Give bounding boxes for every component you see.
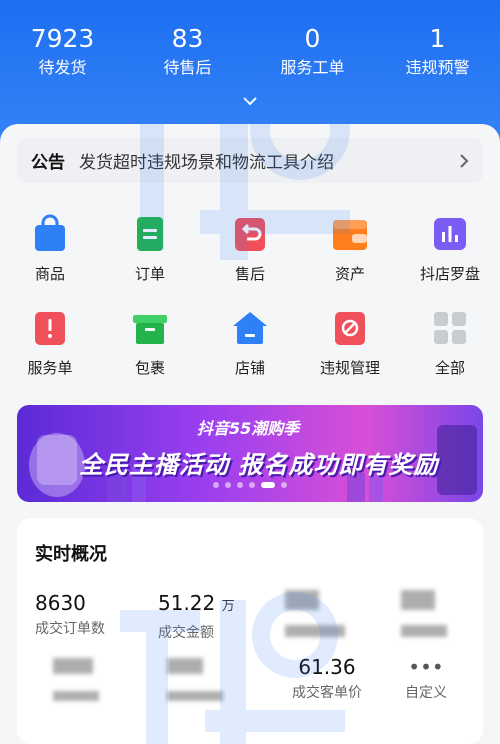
redacted-value — [285, 590, 405, 614]
stat-label: 待售后 — [163, 58, 212, 77]
grid-label: 资产 — [334, 265, 365, 283]
announcement-tag: 公告 — [31, 153, 65, 173]
grid-item-aftersale[interactable]: 售后 — [200, 210, 300, 304]
stat-pending-aftersale[interactable]: 83 待售后 — [125, 24, 250, 80]
metric-label: 成交金额 — [158, 625, 214, 641]
redacted-value — [53, 658, 173, 678]
grid-item-all[interactable]: 全部 — [400, 304, 500, 398]
grid-item-package[interactable]: 包裹 — [100, 304, 200, 398]
carousel-dot[interactable] — [225, 481, 231, 488]
function-grid: 商品 订单 售后 资产 抖店罗盘 服务单 包裹 店铺 违规管理 全部 — [0, 210, 500, 398]
realtime-overview-card: 实时概况 8630 成交订单数 51.22 万 成交金额 61.36 成交客单价… — [17, 518, 483, 744]
stat-value: 7923 — [30, 24, 95, 53]
stats-bar: 7923 待发货 83 待售后 0 服务工单 1 违规预警 — [0, 24, 500, 80]
stat-label: 违规预警 — [405, 58, 470, 77]
alert-icon — [35, 312, 65, 345]
metric-value: 8630 — [35, 591, 86, 615]
grid-label: 全部 — [434, 359, 465, 377]
grid-label: 店铺 — [234, 359, 265, 377]
overview-title: 实时概况 — [35, 544, 107, 565]
carousel-dot[interactable] — [213, 481, 219, 488]
metric-unit: 万 — [221, 599, 235, 614]
bag-icon — [35, 214, 65, 251]
chevron-down-icon[interactable] — [241, 94, 259, 108]
carousel-dot[interactable] — [249, 481, 255, 488]
box-icon — [133, 315, 167, 344]
order-icon — [137, 217, 163, 251]
metric-label: 自定义 — [405, 685, 447, 701]
grid-row: 服务单 包裹 店铺 违规管理 全部 — [0, 304, 500, 398]
grid-label: 包裹 — [134, 359, 165, 377]
grid-label: 抖店罗盘 — [419, 265, 480, 283]
grid-label: 服务单 — [27, 359, 73, 377]
banner-subtitle: 抖音55潮购季 — [197, 419, 300, 438]
metric-order-count[interactable]: 8630 成交订单数 — [35, 590, 155, 638]
redacted-label — [401, 622, 500, 641]
grid-label: 违规管理 — [319, 359, 380, 377]
announcement-bar[interactable]: 公告 发货超时违规场景和物流工具介绍 — [17, 138, 483, 183]
stat-value: 1 — [429, 24, 446, 53]
grid-item-violation[interactable]: 违规管理 — [300, 304, 400, 398]
metric-label: 成交订单数 — [35, 621, 105, 637]
return-icon — [235, 218, 265, 251]
grid-label: 订单 — [134, 265, 165, 283]
announcement-text: 发货超时违规场景和物流工具介绍 — [79, 153, 334, 173]
ban-icon — [335, 312, 365, 345]
carousel-dot-active[interactable] — [261, 481, 275, 488]
carousel-dot[interactable] — [237, 481, 243, 488]
carousel-dot[interactable] — [281, 481, 287, 488]
metric-value: 61.36 — [298, 655, 356, 679]
grid-item-goods[interactable]: 商品 — [0, 210, 100, 304]
grid-label: 售后 — [234, 265, 265, 283]
grid-icon — [434, 312, 466, 344]
grid-row: 商品 订单 售后 资产 抖店罗盘 — [0, 210, 500, 304]
grid-item-compass[interactable]: 抖店罗盘 — [400, 210, 500, 304]
stat-pending-shipment[interactable]: 7923 待发货 — [0, 24, 125, 80]
redacted-label — [285, 622, 405, 641]
metric-avg-order-value[interactable]: 61.36 成交客单价 — [272, 654, 382, 702]
metric-hidden-3[interactable] — [53, 658, 173, 705]
stat-label: 待发货 — [38, 58, 87, 77]
grid-label: 商品 — [34, 265, 65, 283]
stat-violation-warning[interactable]: 1 违规预警 — [375, 24, 500, 80]
metric-value: 51.22 — [158, 591, 216, 615]
metric-hidden-4[interactable] — [167, 658, 287, 705]
wallet-icon — [333, 220, 367, 250]
metric-gmv[interactable]: 51.22 万 成交金额 — [158, 590, 278, 642]
redacted-value — [401, 590, 500, 614]
promo-banner[interactable]: 抖音55潮购季 全民主播活动 报名成功即有奖励 — [17, 405, 483, 502]
shop-icon — [233, 312, 267, 344]
more-dots-icon: ••• — [408, 655, 444, 679]
metric-hidden-2[interactable] — [401, 590, 500, 641]
stat-service-tickets[interactable]: 0 服务工单 — [250, 24, 375, 80]
carousel-indicator — [17, 474, 483, 493]
metric-hidden-1[interactable] — [285, 590, 405, 641]
chevron-right-icon — [460, 153, 469, 168]
grid-item-assets[interactable]: 资产 — [300, 210, 400, 304]
stat-value: 0 — [304, 24, 321, 53]
grid-item-shop[interactable]: 店铺 — [200, 304, 300, 398]
grid-item-orders[interactable]: 订单 — [100, 210, 200, 304]
stat-label: 服务工单 — [280, 58, 345, 77]
stat-value: 83 — [171, 24, 204, 53]
grid-item-service-order[interactable]: 服务单 — [0, 304, 100, 398]
redacted-value — [167, 658, 287, 678]
metric-label: 成交客单价 — [292, 685, 362, 701]
redacted-label — [167, 686, 287, 705]
customize-metrics-button[interactable]: ••• 自定义 — [389, 654, 463, 702]
redacted-label — [53, 686, 173, 705]
chart-icon — [434, 218, 466, 250]
